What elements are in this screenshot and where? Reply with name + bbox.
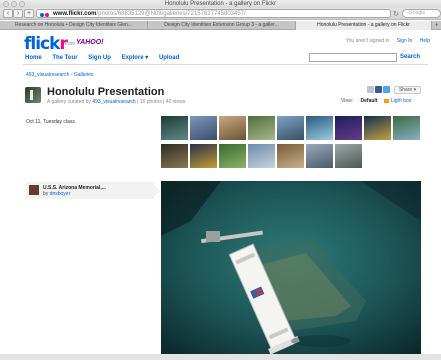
address-bar[interactable]: www.flickr.com/photos/68835129@N08/galle… bbox=[36, 9, 391, 18]
flickr-logo[interactable]: flickr bbox=[24, 36, 68, 53]
breadcrumb-user[interactable]: 493_visualresearch bbox=[26, 72, 69, 78]
browser-search-field[interactable]: Google bbox=[402, 9, 441, 18]
reload-icon[interactable]: ↻ bbox=[393, 10, 399, 18]
sign-in-link[interactable]: Sign In bbox=[397, 38, 413, 44]
share-button[interactable]: Share ▾ bbox=[394, 86, 421, 94]
curator-avatar[interactable] bbox=[25, 87, 41, 103]
tab-research-honolulu[interactable]: Research on Honolulu • Design City Ident… bbox=[0, 21, 148, 30]
nav-sign-up[interactable]: Sign Up bbox=[88, 55, 111, 61]
url-path: /photos/68835129@N08/galleries/721576277… bbox=[96, 11, 246, 17]
facebook-icon[interactable] bbox=[375, 86, 382, 93]
gallery-thumbnail[interactable] bbox=[219, 144, 246, 168]
nav-upload[interactable]: Upload bbox=[159, 55, 179, 61]
uss-arizona-memorial-image bbox=[161, 181, 421, 354]
photo-author: by dnsboyer bbox=[43, 191, 71, 197]
share-icons bbox=[367, 86, 391, 93]
view-options: View: Default Light box bbox=[341, 98, 411, 104]
gallery-thumbnail[interactable] bbox=[161, 144, 188, 168]
breadcrumb-galleries[interactable]: Galleries bbox=[74, 72, 94, 78]
gallery-thumbnail[interactable] bbox=[190, 116, 217, 140]
view-default[interactable]: Default bbox=[361, 98, 378, 104]
header-divider bbox=[23, 64, 428, 65]
gallery-thumbnail[interactable] bbox=[277, 116, 304, 140]
tab-honolulu-presentation[interactable]: Honolulu Presentation - a gallery on Fli… bbox=[296, 21, 432, 30]
lightbox-icon bbox=[383, 98, 389, 103]
flickr-search-input[interactable] bbox=[309, 53, 397, 62]
gallery-description: Oct 11, Tuesday class bbox=[26, 119, 75, 125]
gallery-thumbnail[interactable] bbox=[364, 116, 391, 140]
new-tab-button[interactable]: + bbox=[432, 21, 441, 30]
curator-link[interactable]: 493_visualresearch bbox=[92, 99, 135, 105]
breadcrumb: 493_visualresearch › Galleries bbox=[26, 72, 94, 78]
photo-caption: U.S.S. Arizona Memorial,... by dnsboyer bbox=[26, 182, 160, 199]
gallery-subtitle: A gallery curated by 493_visualresearch … bbox=[47, 99, 186, 105]
add-bookmark-button[interactable]: + bbox=[24, 9, 34, 18]
help-link[interactable]: Help bbox=[420, 38, 430, 44]
nav-home[interactable]: Home bbox=[25, 55, 42, 61]
site-favicon-icon bbox=[40, 12, 50, 17]
window-titlebar: Honolulu Presentation - a gallery on Fli… bbox=[0, 0, 441, 8]
url-host: www.flickr.com bbox=[53, 11, 97, 17]
twitter-icon[interactable] bbox=[383, 86, 390, 93]
gallery-thumbnail[interactable] bbox=[335, 116, 362, 140]
nav-the-tour[interactable]: The Tour bbox=[52, 55, 77, 61]
gallery-thumbnail[interactable] bbox=[335, 144, 362, 168]
logo-from-text: from bbox=[65, 41, 75, 47]
sign-in-status: You aren't signed in Sign In Help bbox=[346, 38, 430, 44]
back-button[interactable]: ‹ bbox=[3, 9, 13, 18]
gallery-thumbnail[interactable] bbox=[190, 144, 217, 168]
gallery-thumbnail[interactable] bbox=[306, 116, 333, 140]
main-photo[interactable] bbox=[161, 181, 421, 354]
gallery-thumbnail[interactable] bbox=[277, 144, 304, 168]
gallery-thumbnail[interactable] bbox=[161, 116, 188, 140]
page-title: Honolulu Presentation bbox=[47, 86, 165, 98]
gallery-thumbnail[interactable] bbox=[306, 144, 333, 168]
forward-button[interactable]: › bbox=[13, 9, 23, 18]
breadcrumb-separator: › bbox=[70, 72, 73, 78]
browser-toolbar: ‹ › + www.flickr.com/photos/68835129@N08… bbox=[0, 8, 441, 20]
tab-design-city-identities[interactable]: Design City Identities Extension Group 3… bbox=[148, 21, 296, 30]
email-icon[interactable] bbox=[367, 86, 374, 93]
author-avatar[interactable] bbox=[29, 185, 39, 195]
author-link[interactable]: dnsboyer bbox=[50, 191, 71, 197]
gallery-thumbnail[interactable] bbox=[393, 116, 420, 140]
yahoo-logo: YAHOO! bbox=[76, 39, 104, 46]
tab-bar: Research on Honolulu • Design City Ident… bbox=[0, 21, 441, 30]
search-button[interactable]: Search bbox=[400, 54, 420, 60]
view-lightbox[interactable]: Light box bbox=[383, 98, 411, 104]
main-nav: Home The Tour Sign Up Explore ▾ Upload bbox=[25, 54, 188, 61]
signed-status-text: You aren't signed in bbox=[345, 38, 390, 44]
gallery-thumbnail[interactable] bbox=[248, 116, 275, 140]
window-title: Honolulu Presentation - a gallery on Fli… bbox=[164, 1, 277, 7]
gallery-thumbnail[interactable] bbox=[219, 116, 246, 140]
gallery-thumbnail[interactable] bbox=[248, 144, 275, 168]
page-bottom-bar bbox=[0, 354, 441, 360]
view-label: View: bbox=[341, 98, 354, 104]
nav-explore[interactable]: Explore ▾ bbox=[122, 55, 149, 61]
